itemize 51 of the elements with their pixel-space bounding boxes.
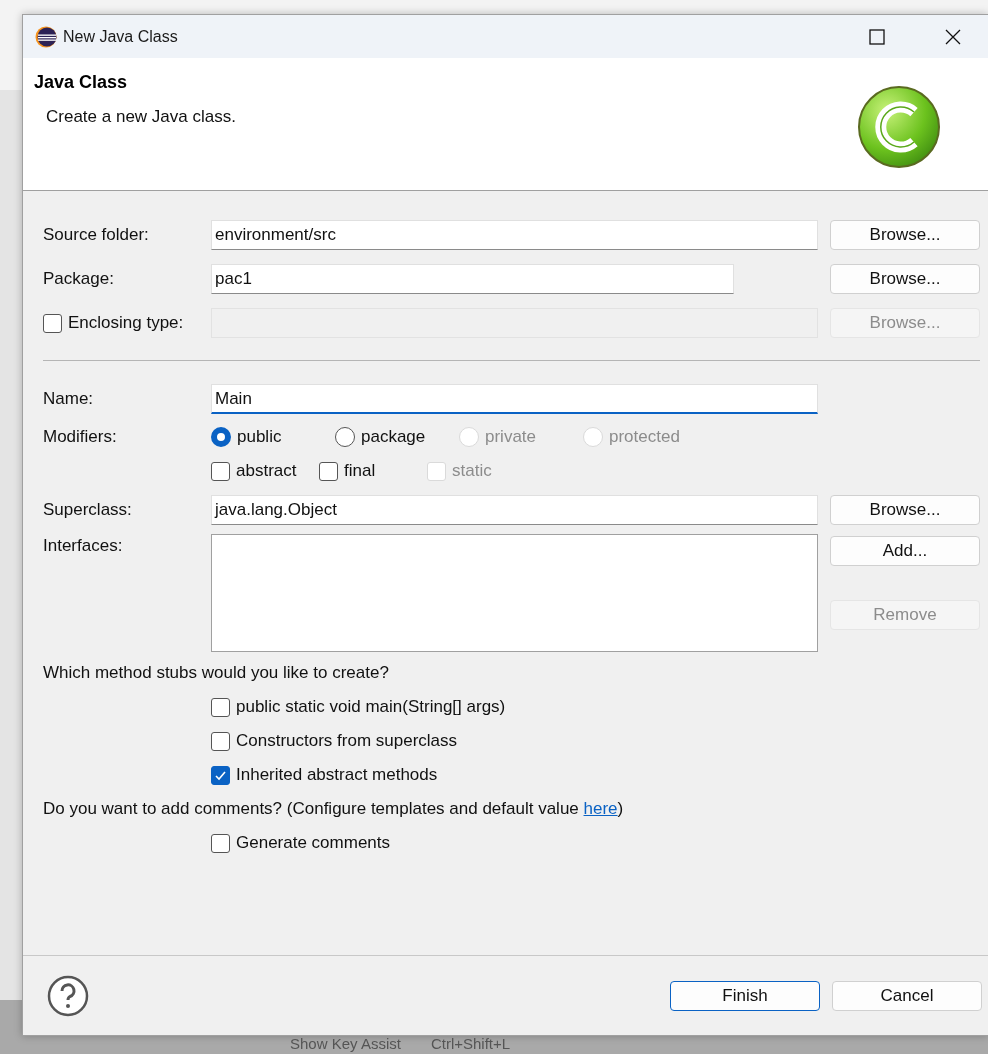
radio-label: private [485, 427, 537, 447]
cancel-button[interactable]: Cancel [832, 980, 982, 1011]
here-link[interactable]: here [583, 799, 618, 818]
menu-text: Ctrl+Shift+L [430, 1036, 511, 1052]
close-icon[interactable] [945, 28, 961, 45]
text-field[interactable]: pac1 [211, 264, 734, 294]
field-label: Superclass: [43, 500, 133, 520]
browse-button[interactable]: Browse... [830, 264, 980, 294]
checkbox-label: Constructors from superclass [236, 731, 458, 751]
wizard-message: Create a new Java class. [45, 107, 237, 127]
finish-button[interactable]: Finish [670, 980, 820, 1011]
field-label: Modifiers: [43, 427, 118, 447]
browse-button[interactable]: Browse... [830, 495, 980, 525]
eclipse-icon [35, 25, 57, 48]
section-question: Which method stubs would you like to create? [43, 663, 389, 683]
wizard-title: Java Class [34, 72, 129, 93]
field-label: Name: [43, 389, 95, 409]
text-field[interactable]: environment/src [211, 220, 818, 250]
field-label: Package: [43, 269, 115, 289]
radio-label: public [237, 427, 282, 447]
radio-label: package [361, 427, 426, 447]
checkbox[interactable] [211, 461, 230, 481]
help-icon[interactable] [47, 974, 89, 1017]
checkbox[interactable] [211, 765, 230, 785]
checkbox[interactable] [211, 833, 230, 853]
class-icon [856, 84, 942, 170]
window-title: New Java Class [63, 27, 179, 46]
browse-button[interactable]: Browse... [830, 220, 980, 250]
checkbox[interactable] [211, 697, 230, 717]
field-label: Source folder: [43, 225, 150, 245]
text-field[interactable]: java.lang.Object [211, 495, 818, 525]
checkbox-label: static [452, 461, 492, 481]
interfaces-list[interactable] [211, 534, 818, 652]
radio-button[interactable] [335, 427, 355, 447]
radio-label: protected [609, 427, 680, 447]
checkbox-label: Enclosing type: [68, 313, 184, 333]
menu-text: Show Key Assist [290, 1036, 401, 1052]
checkbox-label: abstract [236, 461, 297, 481]
text-field[interactable]: Main [211, 384, 818, 414]
add-button[interactable]: Add... [830, 536, 980, 566]
section-question: Do you want to add comments? (Configure templates and default value here) [43, 799, 624, 819]
checkbox-label: public static void main(String[] args) [236, 697, 506, 717]
checkbox[interactable] [211, 731, 230, 751]
field-label: Interfaces: [43, 535, 124, 557]
maximize-icon[interactable] [869, 28, 885, 45]
checkbox[interactable] [319, 461, 338, 481]
checkbox-label: Inherited abstract methods [236, 765, 438, 785]
checkbox[interactable] [43, 313, 62, 333]
radio-button[interactable] [211, 427, 231, 447]
checkbox-label: final [344, 461, 376, 481]
checkbox-label: Generate comments [236, 833, 390, 853]
